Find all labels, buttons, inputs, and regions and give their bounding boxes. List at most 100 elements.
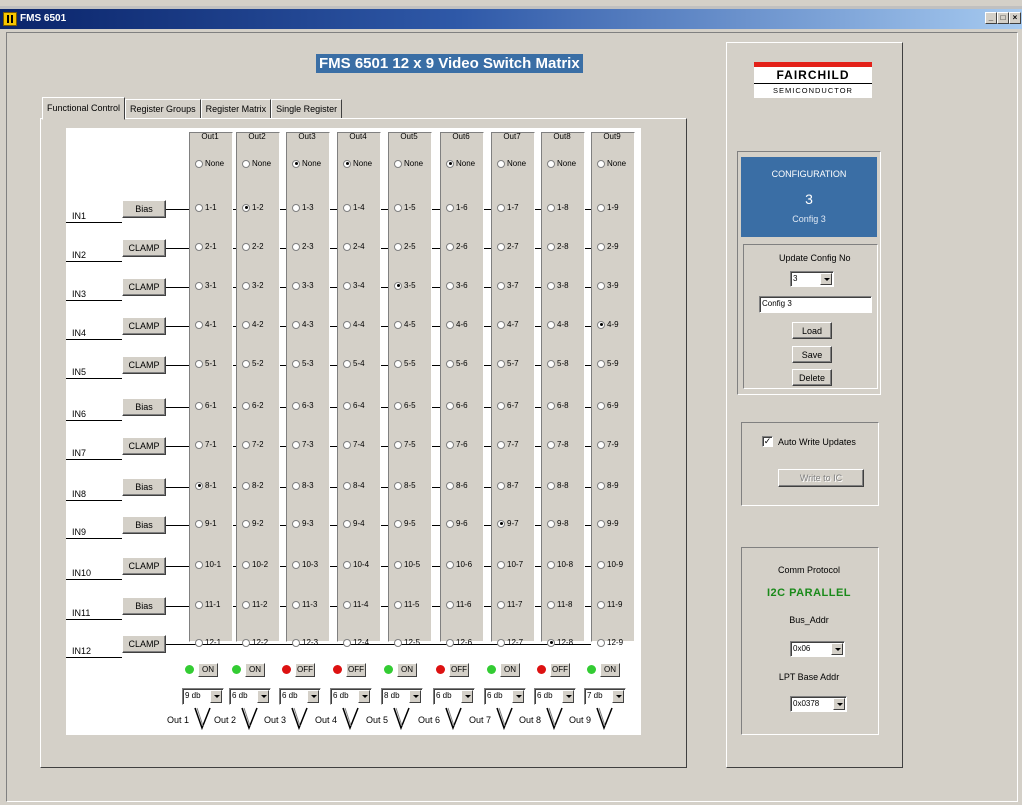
radio-circle-icon[interactable] (242, 159, 250, 168)
gain-select[interactable]: 9 db (182, 688, 224, 705)
radio-circle-icon[interactable] (394, 242, 402, 251)
radio-circle-icon[interactable] (394, 600, 402, 609)
radio-circle-icon[interactable] (343, 401, 351, 410)
crosspoint-radio[interactable]: 9-4 (343, 519, 365, 528)
crosspoint-radio[interactable]: 10-2 (242, 560, 268, 569)
radio-circle-icon[interactable] (446, 242, 454, 251)
crosspoint-radio[interactable]: 5-8 (547, 359, 569, 368)
chevron-down-icon[interactable] (833, 698, 845, 710)
output-enable[interactable]: ON (185, 663, 221, 677)
radio-circle-icon[interactable] (195, 320, 203, 329)
radio-circle-icon[interactable] (242, 401, 250, 410)
radio-circle-icon[interactable] (195, 440, 203, 449)
crosspoint-radio[interactable]: 11-8 (547, 600, 572, 609)
radio-circle-icon[interactable] (497, 440, 505, 449)
radio-circle-icon[interactable] (394, 519, 402, 528)
crosspoint-radio[interactable]: 6-7 (497, 401, 519, 410)
crosspoint-radio[interactable]: 1-9 (597, 203, 619, 212)
radio-circle-icon[interactable] (292, 401, 300, 410)
crosspoint-radio[interactable]: 4-2 (242, 320, 264, 329)
crosspoint-radio[interactable]: 7-9 (597, 440, 619, 449)
crosspoint-radio[interactable]: 2-6 (446, 242, 468, 251)
maximize-icon[interactable]: □ (997, 12, 1009, 24)
crosspoint-radio[interactable]: 8-8 (547, 481, 569, 490)
radio-circle-icon[interactable] (446, 320, 454, 329)
radio-circle-icon[interactable] (394, 560, 402, 569)
radio-circle-icon[interactable] (597, 440, 605, 449)
crosspoint-radio[interactable]: 6-8 (547, 401, 569, 410)
radio-circle-icon[interactable] (446, 203, 454, 212)
radio-none[interactable]: None (343, 159, 372, 168)
on-off-button[interactable]: ON (600, 663, 620, 677)
radio-circle-icon[interactable] (343, 481, 351, 490)
radio-circle-icon[interactable] (446, 600, 454, 609)
radio-circle-icon[interactable] (343, 203, 351, 212)
crosspoint-radio[interactable]: 9-7 (497, 519, 519, 528)
radio-circle-icon[interactable] (446, 401, 454, 410)
crosspoint-radio[interactable]: 2-1 (195, 242, 217, 251)
gain-select[interactable]: 6 db (484, 688, 526, 705)
radio-circle-icon[interactable] (547, 560, 555, 569)
on-off-button[interactable]: OFF (346, 663, 366, 677)
radio-none[interactable]: None (597, 159, 626, 168)
radio-circle-icon[interactable] (497, 519, 505, 528)
chevron-down-icon[interactable] (512, 690, 524, 703)
on-off-button[interactable]: ON (500, 663, 520, 677)
radio-circle-icon[interactable] (292, 440, 300, 449)
chevron-down-icon[interactable] (409, 690, 421, 703)
crosspoint-radio[interactable]: 10-6 (446, 560, 472, 569)
radio-circle-icon[interactable] (292, 203, 300, 212)
crosspoint-radio[interactable]: 10-8 (547, 560, 573, 569)
crosspoint-radio[interactable]: 5-1 (195, 359, 217, 368)
on-off-button[interactable]: OFF (295, 663, 315, 677)
crosspoint-radio[interactable]: 11-1 (195, 600, 220, 609)
crosspoint-radio[interactable]: 6-2 (242, 401, 264, 410)
input-mode-button[interactable]: CLAMP (122, 557, 166, 575)
radio-circle-icon[interactable] (292, 242, 300, 251)
input-mode-button[interactable]: Bias (122, 398, 166, 416)
radio-circle-icon[interactable] (292, 519, 300, 528)
radio-circle-icon[interactable] (547, 440, 555, 449)
radio-circle-icon[interactable] (394, 159, 402, 168)
chevron-down-icon[interactable] (257, 690, 269, 703)
on-off-button[interactable]: ON (198, 663, 218, 677)
radio-circle-icon[interactable] (292, 320, 300, 329)
crosspoint-radio[interactable]: 7-4 (343, 440, 365, 449)
crosspoint-radio[interactable]: 1-8 (547, 203, 569, 212)
crosspoint-radio[interactable]: 7-8 (547, 440, 569, 449)
radio-circle-icon[interactable] (597, 242, 605, 251)
crosspoint-radio[interactable]: 1-6 (446, 203, 468, 212)
crosspoint-radio[interactable]: 10-3 (292, 560, 318, 569)
chevron-down-icon[interactable] (358, 690, 370, 703)
radio-circle-icon[interactable] (343, 600, 351, 609)
crosspoint-radio[interactable]: 5-7 (497, 359, 519, 368)
crosspoint-radio[interactable]: 12-2 (242, 638, 268, 647)
chevron-down-icon[interactable] (831, 643, 843, 655)
output-enable[interactable]: OFF (282, 663, 318, 677)
crosspoint-radio[interactable]: 11-3 (292, 600, 317, 609)
radio-circle-icon[interactable] (242, 440, 250, 449)
crosspoint-radio[interactable]: 8-4 (343, 481, 365, 490)
radio-circle-icon[interactable] (394, 359, 402, 368)
crosspoint-radio[interactable]: 7-6 (446, 440, 468, 449)
radio-circle-icon[interactable] (446, 481, 454, 490)
radio-circle-icon[interactable] (343, 159, 351, 168)
write-to-ic-button[interactable]: Write to IC (778, 469, 864, 487)
input-mode-button[interactable]: Bias (122, 478, 166, 496)
radio-circle-icon[interactable] (195, 281, 203, 290)
chevron-down-icon[interactable] (820, 273, 832, 285)
input-mode-button[interactable]: Bias (122, 200, 166, 218)
crosspoint-radio[interactable]: 4-4 (343, 320, 365, 329)
crosspoint-radio[interactable]: 10-9 (597, 560, 623, 569)
radio-circle-icon[interactable] (343, 638, 351, 647)
crosspoint-radio[interactable]: 9-3 (292, 519, 314, 528)
crosspoint-radio[interactable]: 1-7 (497, 203, 519, 212)
input-mode-button[interactable]: CLAMP (122, 239, 166, 257)
input-mode-button[interactable]: Bias (122, 597, 166, 615)
close-icon[interactable]: × (1009, 12, 1021, 24)
radio-circle-icon[interactable] (597, 519, 605, 528)
crosspoint-radio[interactable]: 6-4 (343, 401, 365, 410)
radio-none[interactable]: None (497, 159, 526, 168)
crosspoint-radio[interactable]: 11-5 (394, 600, 419, 609)
radio-circle-icon[interactable] (343, 440, 351, 449)
